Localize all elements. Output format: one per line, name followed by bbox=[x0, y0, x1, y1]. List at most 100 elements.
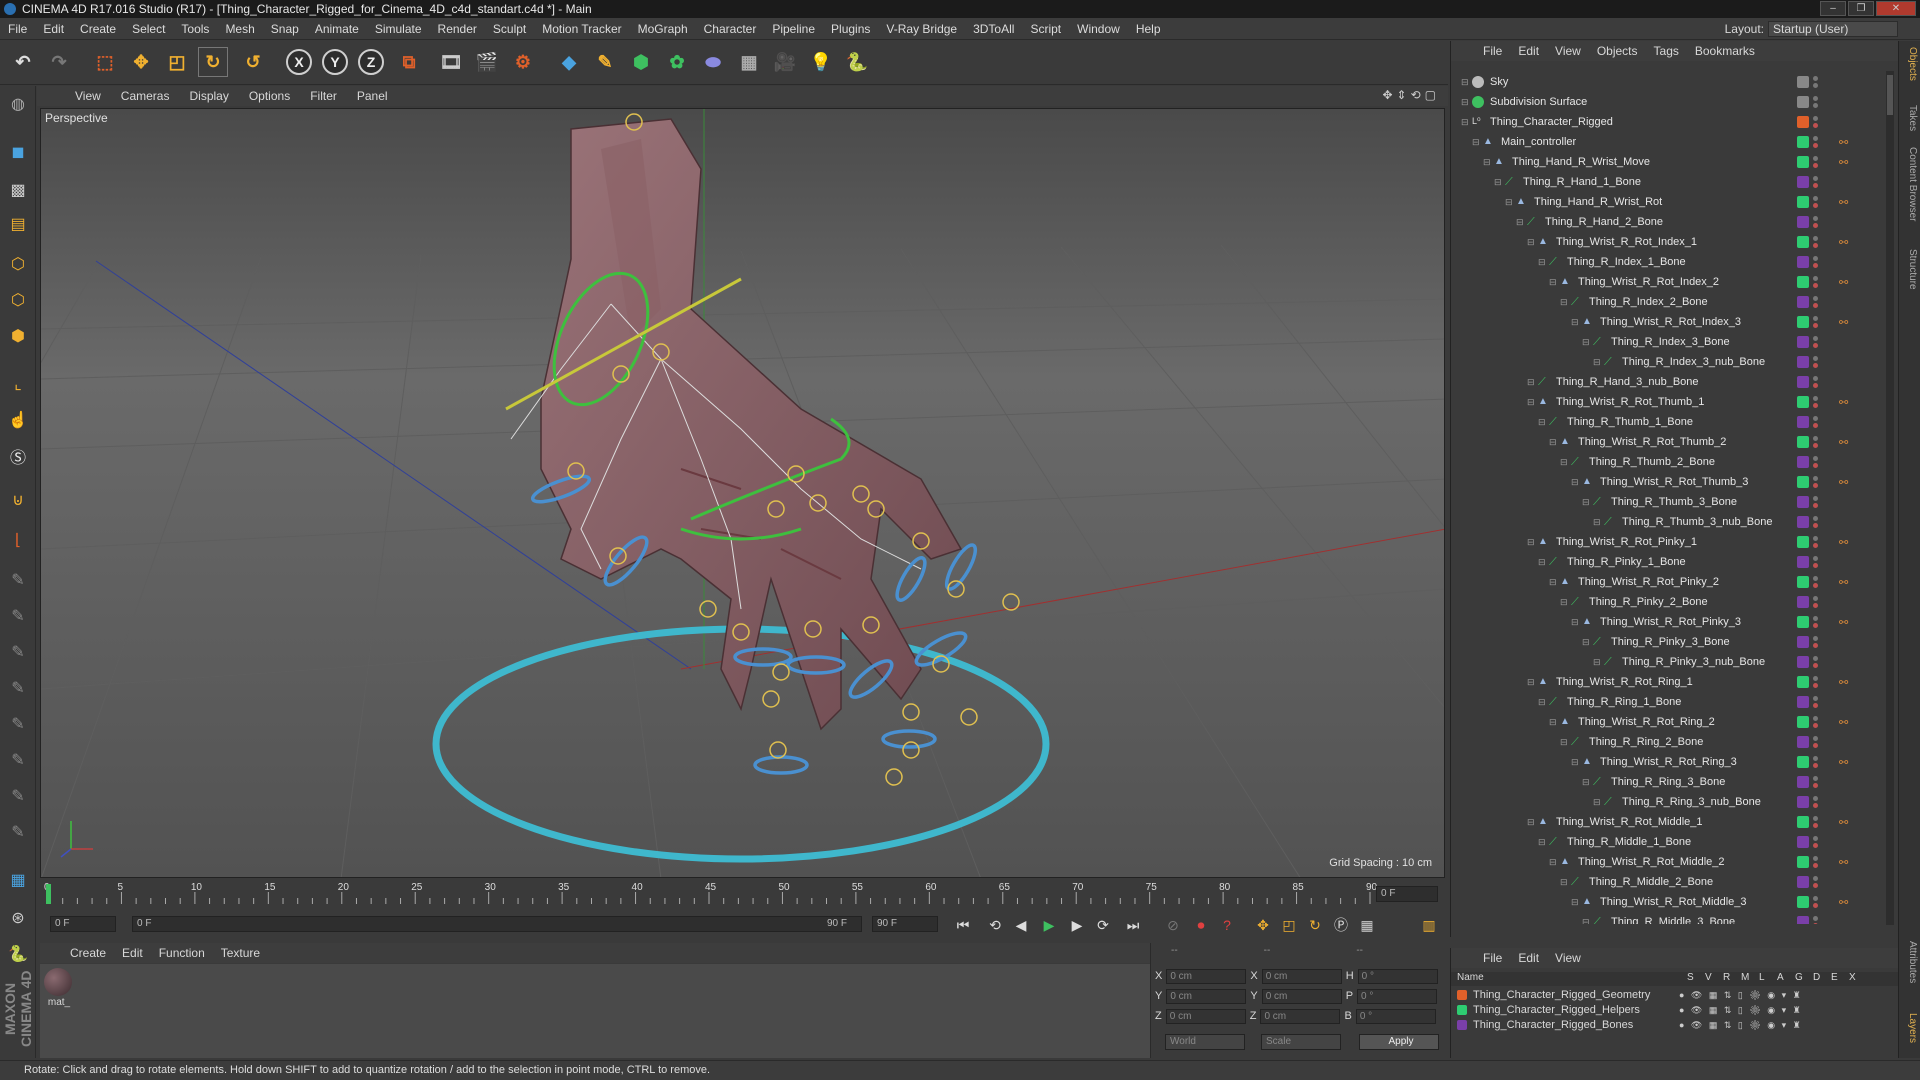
expand-toggle-icon[interactable]: ⊟ bbox=[1582, 337, 1590, 348]
visibility-dots[interactable] bbox=[1813, 396, 1819, 408]
expand-toggle-icon[interactable]: ⊟ bbox=[1593, 797, 1601, 808]
expand-toggle-icon[interactable]: ⊟ bbox=[1571, 317, 1579, 328]
layer-color-swatch[interactable] bbox=[1797, 296, 1809, 308]
expand-toggle-icon[interactable]: ⊟ bbox=[1538, 837, 1546, 848]
position-x-field[interactable]: 0 cm bbox=[1166, 968, 1247, 984]
subdivision-icon[interactable]: ⬢ bbox=[626, 47, 656, 77]
key-parameter-icon[interactable]: Ⓟ bbox=[1330, 914, 1352, 936]
layer-color-swatch[interactable] bbox=[1797, 816, 1809, 828]
visibility-dots[interactable] bbox=[1813, 676, 1819, 688]
solo-icon[interactable]: Ⓢ bbox=[4, 442, 32, 470]
visibility-dots[interactable] bbox=[1813, 556, 1819, 568]
array-icon[interactable]: ✿ bbox=[662, 47, 692, 77]
next-frame-icon[interactable]: ▶ bbox=[1066, 914, 1088, 936]
viewport-menu-filter[interactable]: Filter bbox=[300, 89, 347, 103]
object-row[interactable]: ⊟ ▲ Thing_Wrist_R_Rot_Pinky_2 ⚯ bbox=[1453, 572, 1883, 592]
render-settings-icon[interactable]: ⚙ bbox=[508, 47, 538, 77]
flatten-brush-icon[interactable]: ✎ bbox=[4, 710, 32, 738]
z-axis-button[interactable]: Z bbox=[358, 49, 384, 75]
layer-color-swatch[interactable] bbox=[1797, 616, 1809, 628]
start-frame-field[interactable]: 0 F bbox=[50, 916, 116, 932]
layer-color-swatch[interactable] bbox=[1797, 656, 1809, 668]
visibility-dots[interactable] bbox=[1813, 336, 1819, 348]
object-row[interactable]: ⊟ ⟋ Thing_R_Pinky_3_nub_Bone bbox=[1453, 652, 1883, 672]
rotation-b-field[interactable]: 0 ° bbox=[1355, 1008, 1436, 1024]
objects-menu-edit[interactable]: Edit bbox=[1510, 44, 1547, 58]
go-to-end-icon[interactable]: ⏭ bbox=[1122, 914, 1144, 936]
constraint-tag-icon[interactable]: ⚯ bbox=[1839, 616, 1853, 629]
layer-toggle-icons[interactable]: ● 👁 ▦ ⇅ ▯ ⚙ ◉ ▾ ♜ bbox=[1679, 1005, 1803, 1016]
visibility-dots[interactable] bbox=[1813, 176, 1819, 188]
object-row[interactable]: ⊟ ⟋ Thing_R_Ring_3_Bone bbox=[1453, 772, 1883, 792]
expand-toggle-icon[interactable]: ⊟ bbox=[1582, 777, 1590, 788]
rotation-h-field[interactable]: 0 ° bbox=[1357, 968, 1438, 984]
render-view-icon[interactable]: 🎞 bbox=[436, 47, 466, 77]
expand-toggle-icon[interactable]: ⊟ bbox=[1549, 437, 1557, 448]
constraint-tag-icon[interactable]: ⚯ bbox=[1839, 196, 1853, 209]
menu-item-motion-tracker[interactable]: Motion Tracker bbox=[534, 22, 629, 36]
constraint-tag-icon[interactable]: ⚯ bbox=[1839, 476, 1853, 489]
animation-icon[interactable]: ⊛ bbox=[4, 904, 32, 932]
objects-menu-tags[interactable]: Tags bbox=[1646, 44, 1687, 58]
layer-color-swatch[interactable] bbox=[1797, 676, 1809, 688]
object-row[interactable]: ⊟ ▲ Thing_Wrist_R_Rot_Index_3 ⚯ bbox=[1453, 312, 1883, 332]
constraint-tag-icon[interactable]: ⚯ bbox=[1839, 316, 1853, 329]
object-row[interactable]: ⊟ ▲ Main_controller ⚯ bbox=[1453, 132, 1883, 152]
position-y-field[interactable]: 0 cm bbox=[1166, 988, 1247, 1004]
constraint-tag-icon[interactable]: ⚯ bbox=[1839, 576, 1853, 589]
grab-brush-icon[interactable]: ✎ bbox=[4, 782, 32, 810]
object-row[interactable]: ⊟ ⟋ Thing_R_Middle_2_Bone bbox=[1453, 872, 1883, 892]
expand-toggle-icon[interactable]: ⊟ bbox=[1538, 697, 1546, 708]
size-z-field[interactable]: 0 cm bbox=[1260, 1008, 1341, 1024]
constraint-tag-icon[interactable]: ⚯ bbox=[1839, 136, 1853, 149]
menu-item-simulate[interactable]: Simulate bbox=[367, 22, 430, 36]
layers-menu-file[interactable]: File bbox=[1475, 951, 1510, 965]
objects-menu-bookmarks[interactable]: Bookmarks bbox=[1687, 44, 1763, 58]
end-frame-field[interactable]: 90 F bbox=[872, 916, 938, 932]
material-menu-create[interactable]: Create bbox=[62, 946, 114, 960]
object-row[interactable]: ⊟ ⟋ Thing_R_Index_3_Bone bbox=[1453, 332, 1883, 352]
visibility-dots[interactable] bbox=[1813, 576, 1819, 588]
timeline-ruler[interactable]: 051015202530354045505560657075808590 0 F bbox=[40, 880, 1445, 908]
layer-color-swatch[interactable] bbox=[1797, 76, 1809, 88]
apply-button[interactable]: Apply bbox=[1359, 1034, 1439, 1050]
expand-toggle-icon[interactable]: ⊟ bbox=[1472, 137, 1480, 148]
expand-toggle-icon[interactable]: ⊟ bbox=[1593, 517, 1601, 528]
visibility-dots[interactable] bbox=[1813, 776, 1819, 788]
layer-color-swatch[interactable] bbox=[1797, 556, 1809, 568]
visibility-dots[interactable] bbox=[1813, 856, 1819, 868]
visibility-dots[interactable] bbox=[1813, 696, 1819, 708]
material-menu-texture[interactable]: Texture bbox=[213, 946, 268, 960]
cube-icon[interactable]: ◆ bbox=[554, 47, 584, 77]
expand-toggle-icon[interactable]: ⊟ bbox=[1461, 77, 1469, 88]
viewport-menu-cameras[interactable]: Cameras bbox=[111, 89, 180, 103]
expand-toggle-icon[interactable]: ⊟ bbox=[1461, 117, 1469, 128]
python-icon[interactable]: 🐍 bbox=[842, 47, 872, 77]
visibility-dots[interactable] bbox=[1813, 296, 1819, 308]
expand-toggle-icon[interactable]: ⊟ bbox=[1582, 637, 1590, 648]
next-key-icon[interactable]: ⟳ bbox=[1092, 914, 1114, 936]
play-icon[interactable]: ▶ bbox=[1038, 914, 1060, 936]
constraint-tag-icon[interactable]: ⚯ bbox=[1839, 436, 1853, 449]
object-row[interactable]: ⊟ ⟋ Thing_R_Pinky_2_Bone bbox=[1453, 592, 1883, 612]
object-row[interactable]: ⊟ ⟋ Thing_R_Thumb_3_Bone bbox=[1453, 492, 1883, 512]
expand-toggle-icon[interactable]: ⊟ bbox=[1549, 577, 1557, 588]
layer-color-swatch[interactable] bbox=[1797, 276, 1809, 288]
render-picture-viewer-icon[interactable]: 🎬 bbox=[472, 47, 502, 77]
constraint-tag-icon[interactable]: ⚯ bbox=[1839, 756, 1853, 769]
undo-icon[interactable]: ↶ bbox=[8, 47, 38, 77]
visibility-dots[interactable] bbox=[1813, 816, 1819, 828]
coordinate-system-icon[interactable]: ⧉ bbox=[394, 47, 424, 77]
object-row[interactable]: ⊟ ⟋ Thing_R_Pinky_1_Bone bbox=[1453, 552, 1883, 572]
keyframe-selection-icon[interactable]: ? bbox=[1216, 914, 1238, 936]
viewport-menu-options[interactable]: Options bbox=[239, 89, 300, 103]
constraint-tag-icon[interactable]: ⚯ bbox=[1839, 536, 1853, 549]
scale-icon[interactable]: ◰ bbox=[162, 47, 192, 77]
menu-item-tools[interactable]: Tools bbox=[173, 22, 217, 36]
camera-icon[interactable]: 🎥 bbox=[770, 47, 800, 77]
menu-item-script[interactable]: Script bbox=[1022, 22, 1069, 36]
objects-menu-view[interactable]: View bbox=[1547, 44, 1589, 58]
expand-toggle-icon[interactable]: ⊟ bbox=[1483, 157, 1491, 168]
menu-item-snap[interactable]: Snap bbox=[263, 22, 307, 36]
layer-toggle-icons[interactable]: ● 👁 ▦ ⇅ ▯ ⚙ ◉ ▾ ♜ bbox=[1679, 1020, 1803, 1031]
